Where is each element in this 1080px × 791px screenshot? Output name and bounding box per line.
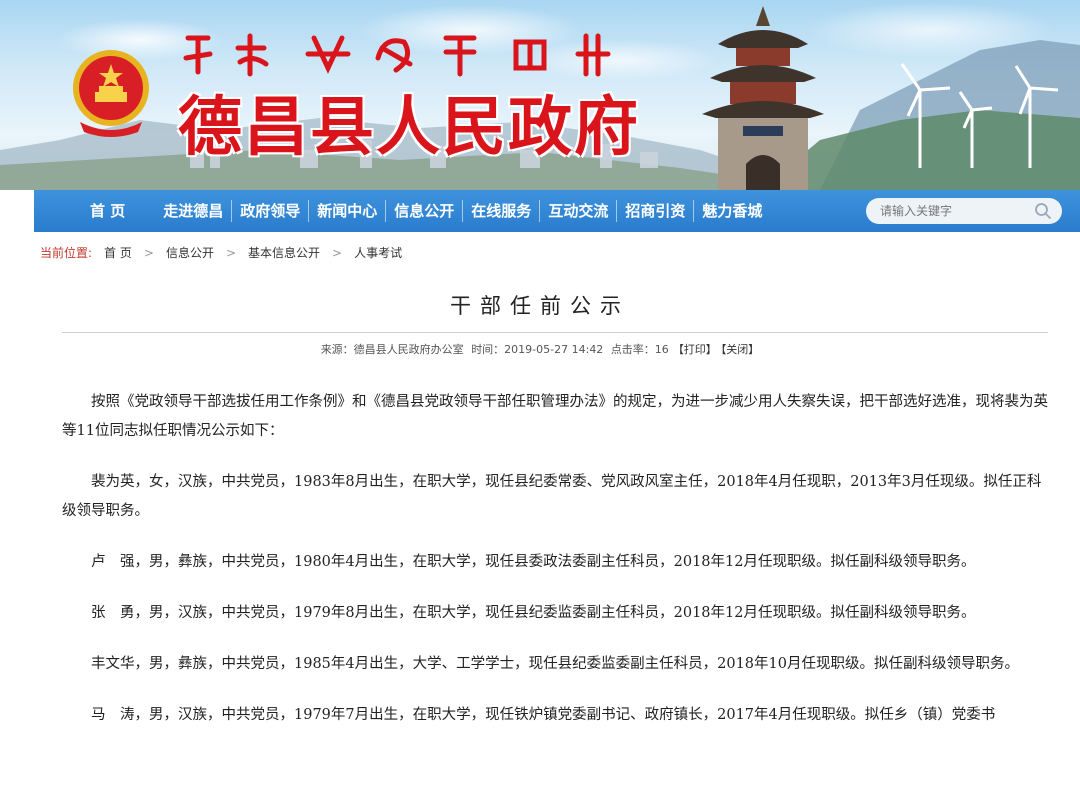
- close-button[interactable]: 【关闭】: [721, 343, 760, 356]
- breadcrumb: 当前位置: 首 页 > 信息公开 > 基本信息公开 > 人事考试: [40, 244, 408, 261]
- title-divider: [62, 332, 1048, 333]
- article-paragraph: 马 涛，男，汉族，中共党员，1979年7月出生，在职大学，现任铁炉镇党委副书记、…: [91, 707, 996, 723]
- nav-item-home[interactable]: 首 页: [82, 190, 155, 232]
- wind-turbines-image: [900, 63, 1059, 168]
- nav-item-info-public[interactable]: 信息公开: [386, 190, 462, 232]
- breadcrumb-home[interactable]: 首 页: [104, 244, 132, 261]
- nav-item-interaction[interactable]: 互动交流: [540, 190, 616, 232]
- breadcrumb-basic-info[interactable]: 基本信息公开: [248, 244, 320, 261]
- breadcrumb-separator: >: [332, 245, 343, 260]
- article-clicks: 点击率：16: [610, 343, 669, 356]
- article-title: 干部任前公示: [450, 294, 630, 318]
- article-paragraph: 卢 强，男，彝族，中共党员，1980年4月出生，在职大学，现任县委政法委副主任科…: [91, 554, 976, 570]
- nav-item-about[interactable]: 走进德昌: [155, 190, 231, 232]
- breadcrumb-separator: >: [225, 245, 237, 260]
- breadcrumb-separator: >: [143, 245, 154, 260]
- article-time: 时间：2019-05-27 14:42: [471, 343, 604, 356]
- article-body: 按照《党政领导干部选拔任用工作条例》和《德昌县党政领导干部任职管理办法》的规定，…: [62, 388, 1052, 752]
- yi-script-title: [183, 33, 611, 77]
- search-input[interactable]: [880, 204, 1030, 218]
- article-source: 来源：德昌县人民政府办公室: [320, 343, 464, 356]
- search-icon[interactable]: [1034, 202, 1052, 220]
- site-title: 德昌县人民政府: [178, 90, 640, 165]
- nav-item-investment[interactable]: 招商引资: [617, 190, 693, 232]
- article-meta: 来源：德昌县人民政府办公室 时间：2019-05-27 14:42 点击率：16…: [0, 341, 1080, 357]
- print-button[interactable]: 【打印】: [673, 343, 717, 356]
- article-paragraph: 裴为英，女，汉族，中共党员，1983年8月出生，在职大学，现任县纪委常委、党风政…: [62, 474, 1042, 519]
- article-paragraph: 丰文华，男，彝族，中共党员，1985年4月出生，大学、工学学士，现任县纪委监委副…: [91, 656, 1019, 672]
- nav-item-charm-city[interactable]: 魅力香城: [694, 190, 770, 232]
- nav-item-online-service[interactable]: 在线服务: [463, 190, 539, 232]
- site-banner: 德昌县人民政府: [0, 0, 1080, 190]
- bell-tower-image: [702, 6, 824, 190]
- main-nav: 首 页 走进德昌 政府领导 新闻中心 信息公开 在线服务 互动交流 招商引资 魅…: [34, 190, 1080, 232]
- breadcrumb-personnel-exam[interactable]: 人事考试: [354, 244, 402, 261]
- nav-item-leaders[interactable]: 政府领导: [232, 190, 308, 232]
- breadcrumb-label: 当前位置:: [40, 246, 93, 260]
- search-box: [866, 198, 1062, 224]
- breadcrumb-info-public[interactable]: 信息公开: [166, 244, 214, 261]
- nav-item-news[interactable]: 新闻中心: [309, 190, 385, 232]
- article-paragraph: 张 勇，男，汉族，中共党员，1979年8月出生，在职大学，现任县纪委监委副主任科…: [91, 605, 976, 621]
- national-emblem-icon: [73, 50, 149, 137]
- article-paragraph: 按照《党政领导干部选拔任用工作条例》和《德昌县党政领导干部任职管理办法》的规定，…: [62, 394, 1048, 439]
